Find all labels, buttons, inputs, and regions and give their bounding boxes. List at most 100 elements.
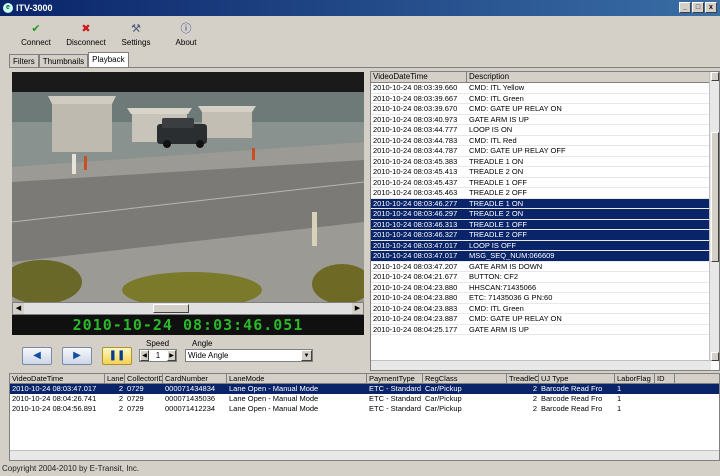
event-time: 2010-10-24 08:04:23.880 — [373, 293, 458, 302]
event-list: VideoDateTime Description 2010-10-24 08:… — [370, 71, 720, 371]
event-description: HHSCAN:71435066 — [469, 282, 537, 292]
column-video-datetime[interactable]: VideoDateTime — [371, 72, 467, 82]
event-row[interactable]: 2010-10-24 08:03:39.660 CMD: ITL Yellow — [371, 83, 719, 94]
tab-playback[interactable]: Playback — [88, 52, 129, 67]
event-row[interactable]: 2010-10-24 08:04:23.880 ETC: 71435036 G P… — [371, 293, 719, 304]
seek-left-arrow[interactable]: ◀ — [13, 303, 24, 314]
table-cell: 2010-10-24 08:03:47.017 — [12, 384, 97, 393]
event-row[interactable]: 2010-10-24 08:03:39.667 CMD: ITL Green — [371, 93, 719, 104]
event-row[interactable]: 2010-10-24 08:03:44.777 LOOP IS ON — [371, 125, 719, 136]
angle-label: Angle — [192, 339, 213, 348]
maximize-button[interactable]: □ — [692, 2, 704, 13]
event-row[interactable]: 2010-10-24 08:03:45.383 TREADLE 1 ON — [371, 156, 719, 167]
event-row[interactable]: 2010-10-24 08:04:23.883 CMD: ITL Green — [371, 304, 719, 314]
table-cell: 1 — [617, 394, 622, 403]
close-button[interactable]: x — [705, 2, 717, 13]
event-list-hscroll[interactable] — [371, 360, 711, 370]
disconnect-button[interactable]: ✖ Disconnect — [62, 17, 110, 52]
column-header[interactable]: LaneMode — [227, 374, 367, 383]
column-header[interactable]: VideoDateTime — [10, 374, 105, 383]
column-header[interactable]: RegClass — [423, 374, 507, 383]
table-cell: 2010-10-24 08:04:26.741 — [12, 394, 97, 403]
column-header[interactable]: UJ Type — [539, 374, 615, 383]
event-row[interactable]: 2010-10-24 08:03:44.783 CMD: ITL Red — [371, 136, 719, 146]
step-forward-button[interactable]: ▶ — [62, 347, 92, 365]
scroll-up-icon[interactable] — [711, 72, 719, 81]
event-row[interactable]: 2010-10-24 08:03:47.017 MSG_SEQ_NUM:06660… — [371, 251, 719, 262]
event-row[interactable]: 2010-10-24 08:04:21.677 BUTTON: CF2 — [371, 272, 719, 283]
settings-button[interactable]: ⚒ Settings — [112, 17, 160, 52]
angle-value: Wide Angle — [188, 351, 229, 360]
column-header[interactable]: TreadleCnt — [507, 374, 539, 383]
event-row[interactable]: 2010-10-24 08:03:46.277 TREADLE 1 ON — [371, 198, 719, 209]
event-row[interactable]: 2010-10-24 08:03:46.327 TREADLE 2 OFF — [371, 230, 719, 241]
column-header[interactable]: ID — [655, 374, 675, 383]
speed-decrease-icon[interactable]: ◀ — [140, 350, 149, 361]
tab-thumbnails[interactable]: Thumbnails — [38, 54, 89, 67]
event-time: 2010-10-24 08:03:46.297 — [373, 209, 458, 218]
event-description: TREADLE 1 OFF — [469, 177, 527, 187]
event-row[interactable]: 2010-10-24 08:04:25.177 GATE ARM IS UP — [371, 325, 719, 335]
event-row[interactable]: 2010-10-24 08:04:23.880 HHSCAN:71435066 — [371, 282, 719, 293]
column-description[interactable]: Description — [467, 72, 711, 82]
event-list-vscroll[interactable] — [709, 72, 719, 361]
minimize-button[interactable]: _ — [679, 2, 691, 13]
event-row[interactable]: 2010-10-24 08:03:47.017 LOOP IS OFF — [371, 240, 719, 251]
step-back-button[interactable]: ◀ — [22, 347, 52, 365]
event-time: 2010-10-24 08:03:44.787 — [373, 146, 458, 155]
event-description: TREADLE 1 ON — [469, 156, 524, 166]
table-cell: ETC - Standard — [369, 404, 422, 413]
event-row[interactable]: 2010-10-24 08:03:47.207 GATE ARM IS DOWN — [371, 262, 719, 272]
transactions-body: 2010-10-24 08:03:47.017 2 0729 000071434834… — [10, 384, 719, 414]
column-header[interactable]: LaneID — [105, 374, 125, 383]
event-list-scroll-thumb[interactable] — [711, 132, 719, 262]
tab-filters[interactable]: Filters — [9, 54, 39, 67]
event-row[interactable]: 2010-10-24 08:03:40.973 GATE ARM IS UP — [371, 115, 719, 125]
event-time: 2010-10-24 08:03:45.413 — [373, 167, 458, 176]
table-cell: Lane Open - Manual Mode — [229, 394, 319, 403]
event-row[interactable]: 2010-10-24 08:03:46.297 TREADLE 2 ON — [371, 209, 719, 220]
play-icon: ▶ — [73, 350, 81, 361]
event-description: CMD: GATE UP RELAY ON — [469, 104, 562, 113]
event-row[interactable]: 2010-10-24 08:03:45.463 TREADLE 2 OFF — [371, 188, 719, 199]
table-cell: 000071435036 — [165, 394, 216, 403]
speed-increase-icon[interactable]: ▶ — [167, 350, 176, 361]
copyright-text: Copyright 2004-2010 by E-Transit, Inc. — [2, 464, 140, 473]
speed-stepper[interactable]: ◀ 1 ▶ — [139, 349, 177, 362]
event-time: 2010-10-24 08:03:45.437 — [373, 177, 458, 187]
table-cell: Barcode Read Fro — [541, 384, 603, 393]
event-time: 2010-10-24 08:04:21.677 — [373, 272, 458, 281]
event-row[interactable]: 2010-10-24 08:03:39.670 CMD: GATE UP RELA… — [371, 104, 719, 115]
playback-panel: ◀ ▶ 2010-10-24 08:03:46.051 ◀ ▶ ❚❚ Speed… — [9, 67, 720, 372]
x-icon: ✖ — [81, 23, 91, 35]
table-row[interactable]: 2010-10-24 08:03:47.017 2 0729 000071434834… — [10, 384, 719, 394]
transactions-hscroll[interactable] — [10, 450, 719, 460]
event-row[interactable]: 2010-10-24 08:03:46.313 TREADLE 1 OFF — [371, 219, 719, 230]
column-header[interactable]: CollectorID — [125, 374, 163, 383]
chevron-down-icon[interactable]: ▼ — [301, 350, 312, 361]
speed-label: Speed — [146, 339, 170, 348]
event-row[interactable]: 2010-10-24 08:03:44.787 CMD: GATE UP RELA… — [371, 146, 719, 157]
event-time: 2010-10-24 08:04:23.880 — [373, 282, 458, 292]
seek-bar[interactable]: ◀ ▶ — [12, 302, 364, 315]
disconnect-label: Disconnect — [66, 38, 106, 47]
event-row[interactable]: 2010-10-24 08:03:45.413 TREADLE 2 ON — [371, 167, 719, 178]
event-description: TREADLE 1 OFF — [469, 219, 527, 229]
event-description: CMD: ITL Green — [469, 93, 524, 103]
column-header[interactable]: PaymentType — [367, 374, 423, 383]
column-header[interactable]: CardNumber — [163, 374, 227, 383]
seek-right-arrow[interactable]: ▶ — [352, 303, 363, 314]
table-row[interactable]: 2010-10-24 08:04:26.741 2 0729 000071435036… — [10, 394, 719, 404]
about-button[interactable]: ⓘ About — [162, 17, 210, 52]
event-row[interactable]: 2010-10-24 08:04:23.887 CMD: GATE UP RELA… — [371, 314, 719, 325]
seek-thumb[interactable] — [153, 304, 189, 313]
table-cell: 2 — [532, 404, 537, 413]
pause-button[interactable]: ❚❚ — [102, 347, 132, 365]
event-description: TREADLE 2 OFF — [469, 188, 527, 197]
column-header[interactable]: LaborFlag — [615, 374, 655, 383]
event-row[interactable]: 2010-10-24 08:03:45.437 TREADLE 1 OFF — [371, 177, 719, 188]
angle-select[interactable]: Wide Angle ▼ — [185, 349, 313, 362]
table-row[interactable]: 2010-10-24 08:04:56.891 2 0729 000071412234… — [10, 404, 719, 414]
scroll-down-icon[interactable] — [711, 352, 719, 361]
connect-button[interactable]: ✔ Connect — [12, 17, 60, 52]
